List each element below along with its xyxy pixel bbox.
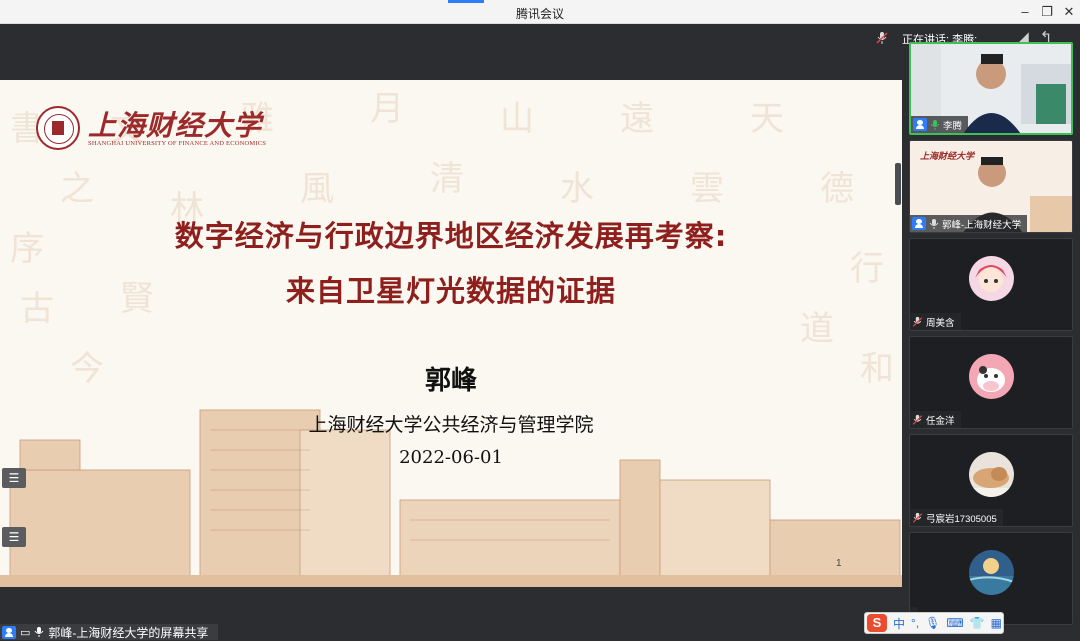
participant-nameplate: 李腾 [911, 116, 969, 133]
close-icon[interactable]: ✕ [1060, 3, 1078, 21]
participant-nameplate: 弓宸岩17305005 [910, 509, 1003, 526]
svg-text:風: 風 [300, 169, 334, 209]
titlebar-accent [448, 0, 484, 3]
voice-input-icon[interactable]: 🎙 [925, 616, 940, 630]
slide-page-number: 1 [836, 558, 842, 569]
panel-collapse-handle[interactable] [895, 163, 901, 205]
sogou-logo-icon: S [867, 614, 887, 632]
screen-share-bar[interactable]: ▭ 郭峰-上海财经大学的屏幕共享 [0, 624, 218, 640]
svg-text:山: 山 [500, 99, 534, 139]
svg-text:水: 水 [560, 169, 594, 209]
svg-text:雲: 雲 [690, 169, 724, 209]
participant-tile[interactable]: 弓宸岩17305005 [909, 434, 1073, 527]
restore-icon[interactable]: ❐ [1038, 3, 1056, 21]
participant-name: 李腾 [943, 120, 963, 132]
slide-date: 2022-06-01 [399, 447, 503, 468]
input-method-toolbar[interactable]: S 中 °, 🎙 ⌨ 👕 ▦ [864, 612, 1004, 634]
participant-tile[interactable]: 任金洋 [909, 336, 1073, 429]
participant-nameplate: 任金洋 [910, 411, 961, 428]
slide-title-line2: 来自卫星灯光数据的证据 [285, 274, 616, 308]
chat-list-icon[interactable]: ☰ [2, 527, 26, 547]
university-emblem-icon [36, 106, 80, 150]
mic-icon [35, 627, 44, 637]
slide-author: 郭峰 [424, 366, 477, 396]
svg-text:德: 德 [820, 169, 854, 209]
participant-name: 郭峰-上海财经大学 [942, 219, 1022, 231]
skin-icon[interactable]: 👕 [970, 616, 985, 630]
mic-muted-icon [912, 316, 923, 327]
mic-muted-icon [912, 414, 923, 425]
mic-muted-icon [876, 32, 888, 44]
svg-text:遠: 遠 [620, 99, 654, 139]
cartoon-girl-avatar [969, 256, 1014, 301]
toolbox-icon[interactable]: ▦ [991, 616, 1002, 630]
user-badge-icon [912, 217, 926, 230]
ime-mode[interactable]: 中 [893, 615, 905, 632]
participant-tile[interactable]: 上海财经大学 郭峰-上海财经大学 [909, 140, 1073, 233]
mic-muted-icon [912, 512, 923, 523]
keyboard-icon[interactable]: ⌨ [946, 616, 963, 630]
shared-slide: 書之序 文林雅 風月清 山水遠 雲天德 行道和 古今賢 上海财经大学 SHANG… [0, 80, 902, 587]
window-titlebar: 腾讯会议 – ❐ ✕ [0, 0, 1080, 24]
svg-text:之: 之 [60, 169, 94, 209]
participant-name: 周美含 [926, 317, 955, 329]
participant-nameplate: 周美含 [910, 313, 961, 330]
host-badge-icon [913, 118, 927, 131]
window-title: 腾讯会议 [515, 7, 564, 21]
participant-tile[interactable]: 周美含 [909, 238, 1073, 331]
slide-institution: 上海财经大学公共经济与管理学院 [308, 414, 594, 436]
participant-name: 任金洋 [926, 415, 955, 427]
university-logo-text: 上海财经大学 [88, 109, 263, 142]
svg-text:月: 月 [370, 89, 404, 129]
cat-photo-avatar [969, 452, 1014, 497]
mic-active-icon [930, 119, 940, 130]
painting-avatar [969, 550, 1014, 595]
participant-nameplate: 郭峰-上海财经大学 [910, 215, 1028, 232]
screen-share-label: 郭峰-上海财经大学的屏幕共享 [48, 625, 209, 640]
screen-share-icon: ▭ [20, 626, 31, 639]
university-logo-english: SHANGHAI UNIVERSITY OF FINANCE AND ECONO… [88, 140, 267, 147]
svg-text:道: 道 [800, 309, 834, 349]
svg-text:清: 清 [430, 159, 464, 199]
participant-name: 弓宸岩17305005 [926, 513, 997, 525]
user-badge-icon [2, 625, 16, 639]
mic-icon [929, 218, 939, 229]
slide-title-line1: 数字经济与行政边界地区经济发展再考察: [174, 219, 728, 253]
member-list-icon[interactable]: ☰ [2, 468, 26, 488]
minimize-icon[interactable]: – [1016, 3, 1034, 21]
campus-illustration [0, 409, 902, 587]
svg-text:天: 天 [750, 99, 784, 139]
svg-text:上海财经大学: 上海财经大学 [920, 151, 976, 162]
participant-tile[interactable]: 李腾 [909, 42, 1073, 135]
punctuation-icon[interactable]: °, [911, 616, 919, 630]
cartoon-cow-avatar [969, 354, 1014, 399]
